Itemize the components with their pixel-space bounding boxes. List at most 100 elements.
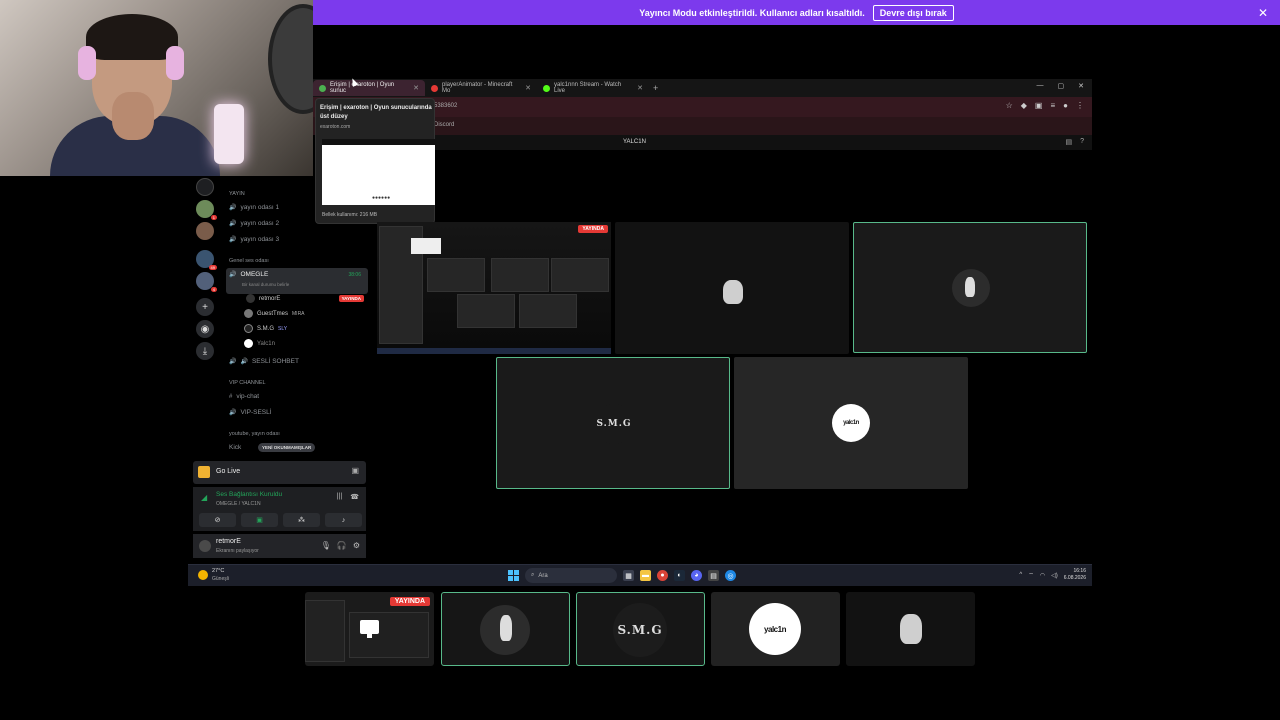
new-unread-badge[interactable]: YENİ OKUNMAMIŞLAR [258, 443, 316, 452]
screen-share-tile[interactable]: YAYINDA [377, 222, 611, 354]
category-vip[interactable]: VIP CHANNEL [229, 380, 266, 386]
channel-status-prompt[interactable]: Bir kanal durumu belirle [242, 282, 289, 287]
browser-tab-kick[interactable]: yalc1nnn Stream - Watch Live ✕ [537, 80, 649, 96]
bookmark-discord[interactable]: Discord [434, 122, 454, 128]
file-explorer-icon[interactable]: ▬ [640, 570, 651, 581]
category-genel[interactable]: Genel ses odası [229, 258, 269, 264]
bookmark-star-icon[interactable]: ☆ [1006, 101, 1013, 110]
close-window-icon[interactable]: ✕ [1078, 82, 1084, 90]
maximize-icon[interactable]: ▢ [1058, 82, 1065, 90]
member-name: S.M.G [257, 325, 275, 332]
discord-icon[interactable]: ◕ [691, 570, 702, 581]
strip-tile-smg[interactable]: S.M.G [576, 592, 705, 666]
system-tray: ^ ⌔ ◠ ◁) 16:16 6.08.2026 [1019, 568, 1086, 582]
strip-tile-speaking[interactable] [441, 592, 570, 666]
browser-tab-playeranimator[interactable]: playerAnimator - Minecraft Mo ✕ [425, 80, 537, 96]
avatar [244, 339, 253, 348]
channel-omegle[interactable]: 🔊 OMEGLE 38:06 [229, 271, 365, 278]
close-icon[interactable]: ✕ [1258, 6, 1268, 20]
participant-tile-speaking[interactable] [853, 222, 1087, 353]
channel-sesli-sohbet[interactable]: 🔊 🔊 SESLİ SOHBET [229, 358, 365, 365]
go-live-panel[interactable]: Go Live ▣ [193, 461, 366, 484]
media-icon[interactable]: ≡ [1050, 101, 1055, 110]
server-icon-yalcin[interactable] [196, 178, 214, 196]
clock[interactable]: 16:16 6.08.2026 [1064, 568, 1086, 582]
volume-icon[interactable]: ◁) [1051, 572, 1058, 579]
server-icon[interactable] [196, 222, 214, 240]
participant-tile-yalcin[interactable]: yalc1n [734, 357, 968, 489]
extension-icon[interactable]: ◆ [1021, 101, 1027, 110]
channel-yayin-odasi-1[interactable]: 🔊 yayın odası 1 [229, 204, 365, 211]
strip-tile-screenshare[interactable]: YAYINDA [305, 592, 434, 666]
new-tab-button[interactable]: + [653, 83, 658, 93]
participant-tile-figure[interactable] [615, 222, 849, 354]
profile-avatar-icon[interactable]: ● [1063, 101, 1068, 110]
screen-window [411, 238, 441, 254]
tray-overflow-icon[interactable]: ^ [1019, 572, 1022, 578]
voice-connection-panel: ◢ Ses Bağlantısı Kuruldu OMEGLE / YALC1N… [193, 487, 366, 531]
browser-tab-exaroton[interactable]: Erişim | exaroton | Oyun sunuc ✕ [313, 80, 425, 96]
member-guesttmes[interactable]: GuestTmes MIRA [244, 309, 366, 318]
disable-streamer-mode-button[interactable]: Devre dışı bırak [872, 4, 954, 21]
add-server-icon[interactable]: + [196, 298, 214, 316]
participant-tile-smg[interactable]: S.M.G [496, 357, 730, 489]
more-menu-icon[interactable]: ⋮ [1076, 101, 1084, 110]
member-yalcin[interactable]: Yalc1n [244, 339, 366, 348]
screen-share-icon[interactable]: ▣ [351, 466, 359, 475]
settings-gear-icon[interactable]: ⚙ [353, 541, 360, 550]
activities-button[interactable]: ⁂ [283, 513, 320, 527]
user-controls: 🎙 🎧 ⚙ [321, 541, 360, 550]
app-icon[interactable]: ◎ [725, 570, 736, 581]
strip-tile-yalcin[interactable]: yalc1n [711, 592, 840, 666]
weather-temperature[interactable]: 27°C [212, 568, 224, 574]
voice-location[interactable]: OMEGLE / YALC1N [216, 501, 261, 507]
member-smg[interactable]: S.M.G SLY [244, 324, 366, 333]
windows-start-icon[interactable] [508, 570, 519, 581]
category-yayin[interactable]: YAYIN [229, 191, 245, 197]
server-badge: 4 [210, 287, 217, 292]
close-tab-icon[interactable]: ✕ [525, 84, 531, 92]
taskbar-search[interactable]: ⌕ Ara [525, 568, 617, 583]
task-view-icon[interactable]: ▦ [623, 570, 634, 581]
inbox-icon[interactable]: ▤ [1065, 138, 1072, 146]
chrome-icon[interactable]: ● [657, 570, 668, 581]
user-avatar[interactable] [199, 540, 211, 552]
member-retmore[interactable]: retmorE YAYINDA [246, 294, 368, 303]
hashtag-icon: # [229, 393, 233, 400]
channel-vip-sesli[interactable]: 🔊 VIP-SESLİ [229, 409, 365, 416]
extensions-puzzle-icon[interactable]: ▣ [1035, 101, 1043, 110]
steam-icon[interactable]: ◐ [674, 570, 685, 581]
channel-yayin-odasi-3[interactable]: 🔊 yayın odası 3 [229, 236, 365, 243]
server-icon[interactable]: 4 [196, 272, 217, 292]
discover-icon[interactable]: ◉ [196, 320, 214, 338]
weather-sun-icon[interactable] [198, 570, 208, 580]
wifi-icon[interactable]: ◠ [1040, 572, 1045, 579]
avatar [246, 294, 255, 303]
discord-window-title: YALC1N [623, 139, 646, 145]
camera-off-button[interactable]: ⊘ [199, 513, 236, 527]
server-icon[interactable]: 49 [196, 250, 217, 270]
screen-share-button[interactable]: ▣ [241, 513, 278, 527]
help-icon[interactable]: ? [1080, 138, 1084, 146]
soundboard-button[interactable]: ♪ [325, 513, 362, 527]
strip-tile-figure[interactable] [846, 592, 975, 666]
microphone-icon[interactable]: 🎙 [321, 541, 331, 550]
app-icon[interactable]: ▤ [708, 570, 719, 581]
channel-vip-chat[interactable]: # vip-chat [229, 393, 365, 400]
channel-yayin-odasi-2[interactable]: 🔊 yayın odası 2 [229, 220, 365, 227]
close-tab-icon[interactable]: ✕ [637, 84, 643, 92]
weather-condition[interactable]: Güneşli [212, 576, 229, 582]
download-icon[interactable]: ⤓ [196, 342, 214, 360]
server-icon[interactable]: 1 [196, 200, 217, 220]
url-text[interactable]: 5383602 [434, 103, 457, 109]
user-name[interactable]: retmorE [216, 538, 241, 545]
category-youtube[interactable]: youtube, yayın odası [229, 431, 280, 437]
voice-connected-label[interactable]: Ses Bağlantısı Kuruldu [216, 491, 282, 498]
headphones-icon[interactable]: 🎧 [337, 541, 347, 550]
network-icon[interactable]: ⌔ [1028, 571, 1034, 579]
close-tab-icon[interactable]: ✕ [413, 84, 419, 92]
server-rail: 1 49 4 + ◉ ⤓ [188, 176, 222, 366]
disconnect-icon[interactable]: ☎ [350, 493, 359, 501]
minimize-icon[interactable]: — [1037, 82, 1044, 90]
noise-suppression-icon[interactable]: ||| [337, 493, 342, 501]
